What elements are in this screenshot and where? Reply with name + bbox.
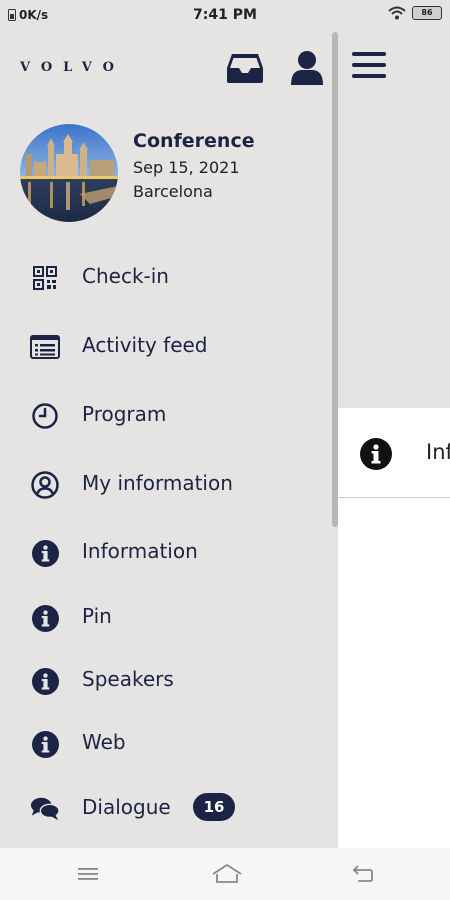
main-content: Information: [338, 32, 450, 848]
feed-list-icon: [30, 333, 60, 361]
event-photo: [20, 124, 118, 222]
navigation-drawer: VOLVO Conference Sep 15, 2021 Barcelona …: [0, 32, 338, 848]
system-navigation-bar: [0, 848, 450, 900]
chat-icon: [30, 795, 60, 823]
menu-item-check-in[interactable]: Check-in: [0, 250, 330, 306]
menu-item-label: Speakers: [82, 667, 174, 691]
qr-code-icon: [30, 264, 60, 292]
event-date: Sep 15, 2021: [133, 158, 240, 177]
inbox-icon[interactable]: [226, 52, 264, 84]
menu-item-label: Web: [82, 730, 126, 754]
menu-item-speakers[interactable]: Speakers: [0, 653, 330, 709]
status-icons: 86: [388, 6, 442, 20]
menu-item-label: Program: [82, 402, 167, 426]
menu-item-activity-feed[interactable]: Activity feed: [0, 319, 330, 375]
hamburger-line: [352, 52, 386, 56]
menu-toggle-button[interactable]: [352, 52, 386, 80]
menu-item-label: Information: [82, 539, 198, 563]
battery-icon: 86: [412, 6, 442, 20]
information-label: Information: [426, 440, 450, 464]
event-header[interactable]: Conference Sep 15, 2021 Barcelona: [20, 124, 320, 224]
back-icon[interactable]: [350, 862, 376, 886]
info-icon: [360, 438, 392, 470]
menu-item-information[interactable]: Information: [0, 525, 330, 581]
hamburger-line: [352, 74, 386, 78]
menu-item-label: Pin: [82, 604, 112, 628]
info-icon: [30, 539, 60, 567]
event-title: Conference: [133, 130, 255, 152]
menu-item-label: Dialogue: [82, 795, 171, 819]
user-circle-icon: [30, 471, 60, 499]
status-bar: 0K/s 7:41 PM 86: [0, 0, 450, 32]
info-icon: [30, 604, 60, 632]
drawer-scrollbar[interactable]: [332, 32, 338, 527]
recent-apps-icon[interactable]: [76, 862, 102, 886]
clock-icon: [30, 402, 60, 430]
profile-icon[interactable]: [290, 50, 324, 86]
hamburger-line: [352, 63, 386, 67]
menu-item-program[interactable]: Program: [0, 388, 330, 444]
event-city: Barcelona: [133, 182, 213, 201]
information-list-item[interactable]: Information: [338, 408, 450, 498]
clock: 7:41 PM: [193, 7, 257, 23]
menu-item-label: Check-in: [82, 264, 169, 288]
content-header-area: [338, 32, 450, 408]
home-icon[interactable]: [211, 862, 243, 886]
menu-item-pin[interactable]: Pin: [0, 590, 330, 646]
info-icon: [30, 667, 60, 695]
menu-item-my-information[interactable]: My information: [0, 457, 330, 513]
menu-item-dialogue[interactable]: Dialogue 16: [0, 781, 330, 837]
menu-item-web[interactable]: Web: [0, 716, 330, 772]
menu-item-label: Activity feed: [82, 333, 208, 357]
menu-item-label: My information: [82, 471, 233, 495]
info-icon: [30, 730, 60, 758]
barcelona-image: [20, 124, 118, 222]
unread-count-badge: 16: [193, 793, 235, 821]
wifi-icon: [388, 6, 406, 20]
volvo-logo: VOLVO: [20, 60, 125, 75]
